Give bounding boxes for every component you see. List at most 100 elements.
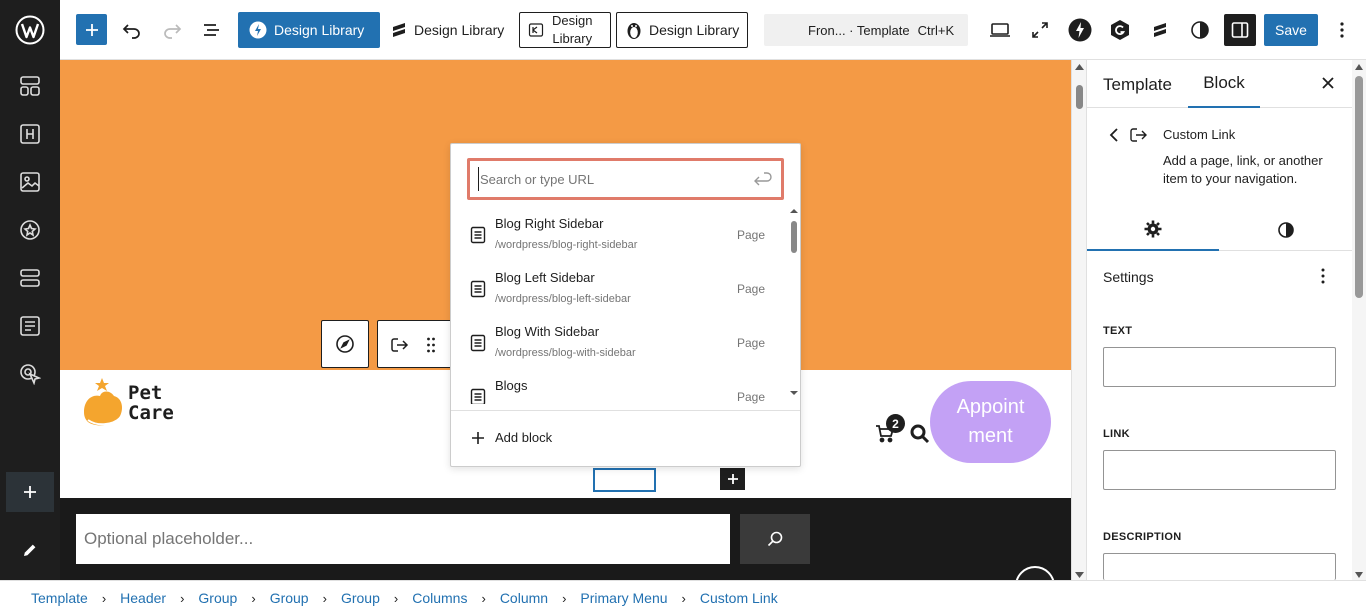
close-icon[interactable] (1321, 76, 1335, 90)
breadcrumb-separator: › (101, 590, 107, 606)
redo-icon[interactable] (156, 14, 188, 46)
custom-link-icon[interactable] (390, 335, 410, 355)
suggestion-title: Blog With Sidebar (495, 324, 600, 339)
form-icon[interactable] (10, 306, 50, 346)
layout-icon[interactable] (10, 258, 50, 298)
suggestion-type: Page (736, 228, 765, 242)
suggestion-url: /wordpress/blog-left-sidebar (495, 293, 631, 305)
styles-tab[interactable] (1219, 208, 1353, 251)
breadcrumb-item[interactable]: Group (198, 590, 237, 606)
append-block-icon[interactable] (720, 468, 745, 490)
block-title: Custom Link (1163, 127, 1236, 142)
breadcrumb-item[interactable]: Template (31, 590, 88, 606)
selected-custom-link-block[interactable] (593, 468, 656, 492)
badge-icon[interactable] (10, 210, 50, 250)
design-library-button-stackable[interactable]: Design Library (390, 12, 506, 48)
editor-canvas[interactable]: Pet Care 2 Appoint ment Blog Right (60, 60, 1071, 580)
logo-text-line2: Care (128, 402, 174, 424)
suggestion-title: Blogs (495, 378, 528, 393)
fullscreen-icon[interactable] (1024, 14, 1056, 46)
suggestion-list: Blog Right Sidebar/wordpress/blog-right-… (451, 208, 789, 404)
suggestion-item[interactable]: Blog With Sidebar/wordpress/blog-with-si… (465, 324, 785, 378)
text-field[interactable] (1103, 347, 1336, 387)
url-search-input[interactable] (478, 167, 738, 191)
suggestion-item[interactable]: Blogs Page (465, 378, 785, 404)
settings-sidebar-toggle-icon[interactable] (1224, 14, 1256, 46)
breadcrumb-item[interactable]: Custom Link (700, 590, 778, 606)
back-chevron-icon[interactable] (1109, 127, 1119, 143)
settings-options-icon[interactable] (1321, 268, 1325, 284)
suggestion-url: /wordpress/blog-right-sidebar (495, 239, 638, 251)
search-section (60, 498, 1071, 580)
appointment-label-line2: ment (968, 425, 1013, 447)
breadcrumb-separator: › (481, 590, 486, 606)
scroll-to-top-icon[interactable] (1015, 566, 1055, 580)
styles-contrast-icon[interactable] (1184, 14, 1216, 46)
add-block-icon[interactable] (6, 472, 54, 512)
design-library-label: Design Library (649, 22, 740, 38)
search-icon (767, 531, 783, 547)
description-field[interactable] (1103, 553, 1336, 580)
site-logo[interactable]: Pet Care (80, 376, 190, 432)
navigation-block-button[interactable] (321, 320, 369, 368)
appointment-button[interactable]: Appoint ment (930, 381, 1051, 463)
search-icon[interactable] (909, 423, 931, 445)
submit-enter-icon[interactable] (753, 170, 773, 188)
site-search-input[interactable] (76, 514, 730, 564)
undo-icon[interactable] (116, 14, 148, 46)
url-input-wrapper (467, 158, 784, 200)
grammarly-icon[interactable] (1104, 14, 1136, 46)
breadcrumb-item[interactable]: Header (120, 590, 166, 606)
suggestion-item[interactable]: Blog Right Sidebar/wordpress/blog-right-… (465, 216, 785, 270)
sidebar-scrollbar[interactable] (1352, 60, 1366, 580)
suggestion-item[interactable]: Blog Left Sidebar/wordpress/blog-left-si… (465, 270, 785, 324)
breadcrumb-separator: › (180, 590, 185, 606)
breadcrumb-separator: › (562, 590, 567, 606)
design-library-button-primary[interactable]: Design Library (238, 12, 380, 48)
options-menu-icon[interactable] (1326, 14, 1358, 46)
contrast-icon (1278, 221, 1294, 238)
page-icon (470, 226, 486, 244)
tab-template[interactable]: Template (1103, 75, 1172, 95)
drag-handle-icon[interactable] (426, 335, 436, 355)
heading-icon[interactable] (10, 114, 50, 154)
kadence-logo-icon (528, 23, 544, 37)
suggestion-type: Page (736, 336, 765, 350)
add-block-button[interactable]: Add block (471, 430, 552, 445)
custom-link-icon (1129, 126, 1149, 144)
canvas-scrollbar[interactable] (1071, 60, 1086, 580)
image-icon[interactable] (10, 162, 50, 202)
breadcrumb-item[interactable]: Group (341, 590, 380, 606)
tab-block[interactable]: Block (1188, 60, 1260, 108)
stackable-toolbar-icon[interactable] (1144, 14, 1176, 46)
site-search-button[interactable] (740, 514, 810, 564)
edit-pencil-icon[interactable] (10, 530, 50, 570)
bolt-plugin-icon[interactable] (1064, 14, 1096, 46)
link-field[interactable] (1103, 450, 1336, 490)
design-library-button-kadence[interactable]: Design Library (519, 12, 611, 48)
settings-panel-title: Settings (1103, 269, 1154, 285)
sidebar-tabs: Template Block (1087, 60, 1353, 108)
design-library-button-penguin[interactable]: Design Library (616, 12, 748, 48)
penguin-logo-icon (627, 23, 641, 39)
breadcrumb-item[interactable]: Column (500, 590, 548, 606)
command-shortcut: Ctrl+K (917, 22, 955, 38)
block-description: Add a page, link, or another item to you… (1163, 153, 1323, 186)
breadcrumb-separator: › (251, 590, 256, 606)
breadcrumb-item[interactable]: Primary Menu (580, 590, 667, 606)
settings-tab[interactable] (1087, 208, 1219, 251)
pet-logo-icon (84, 378, 122, 426)
list-view-icon[interactable] (196, 14, 228, 46)
command-palette-bar[interactable]: Fron... · Template Ctrl+K (764, 14, 968, 46)
pointer-target-icon[interactable] (10, 354, 50, 394)
breadcrumb-item[interactable]: Columns (412, 590, 467, 606)
breadcrumb-item[interactable]: Group (270, 590, 309, 606)
page-icon (470, 280, 486, 298)
block-inserter-button[interactable] (76, 14, 107, 45)
save-button[interactable]: Save (1264, 14, 1318, 46)
wordpress-logo-icon[interactable] (10, 10, 50, 50)
patterns-icon[interactable] (10, 66, 50, 106)
suggestion-title: Blog Left Sidebar (495, 270, 595, 285)
suggestion-scrollbar[interactable] (789, 208, 799, 398)
desktop-preview-icon[interactable] (984, 14, 1016, 46)
